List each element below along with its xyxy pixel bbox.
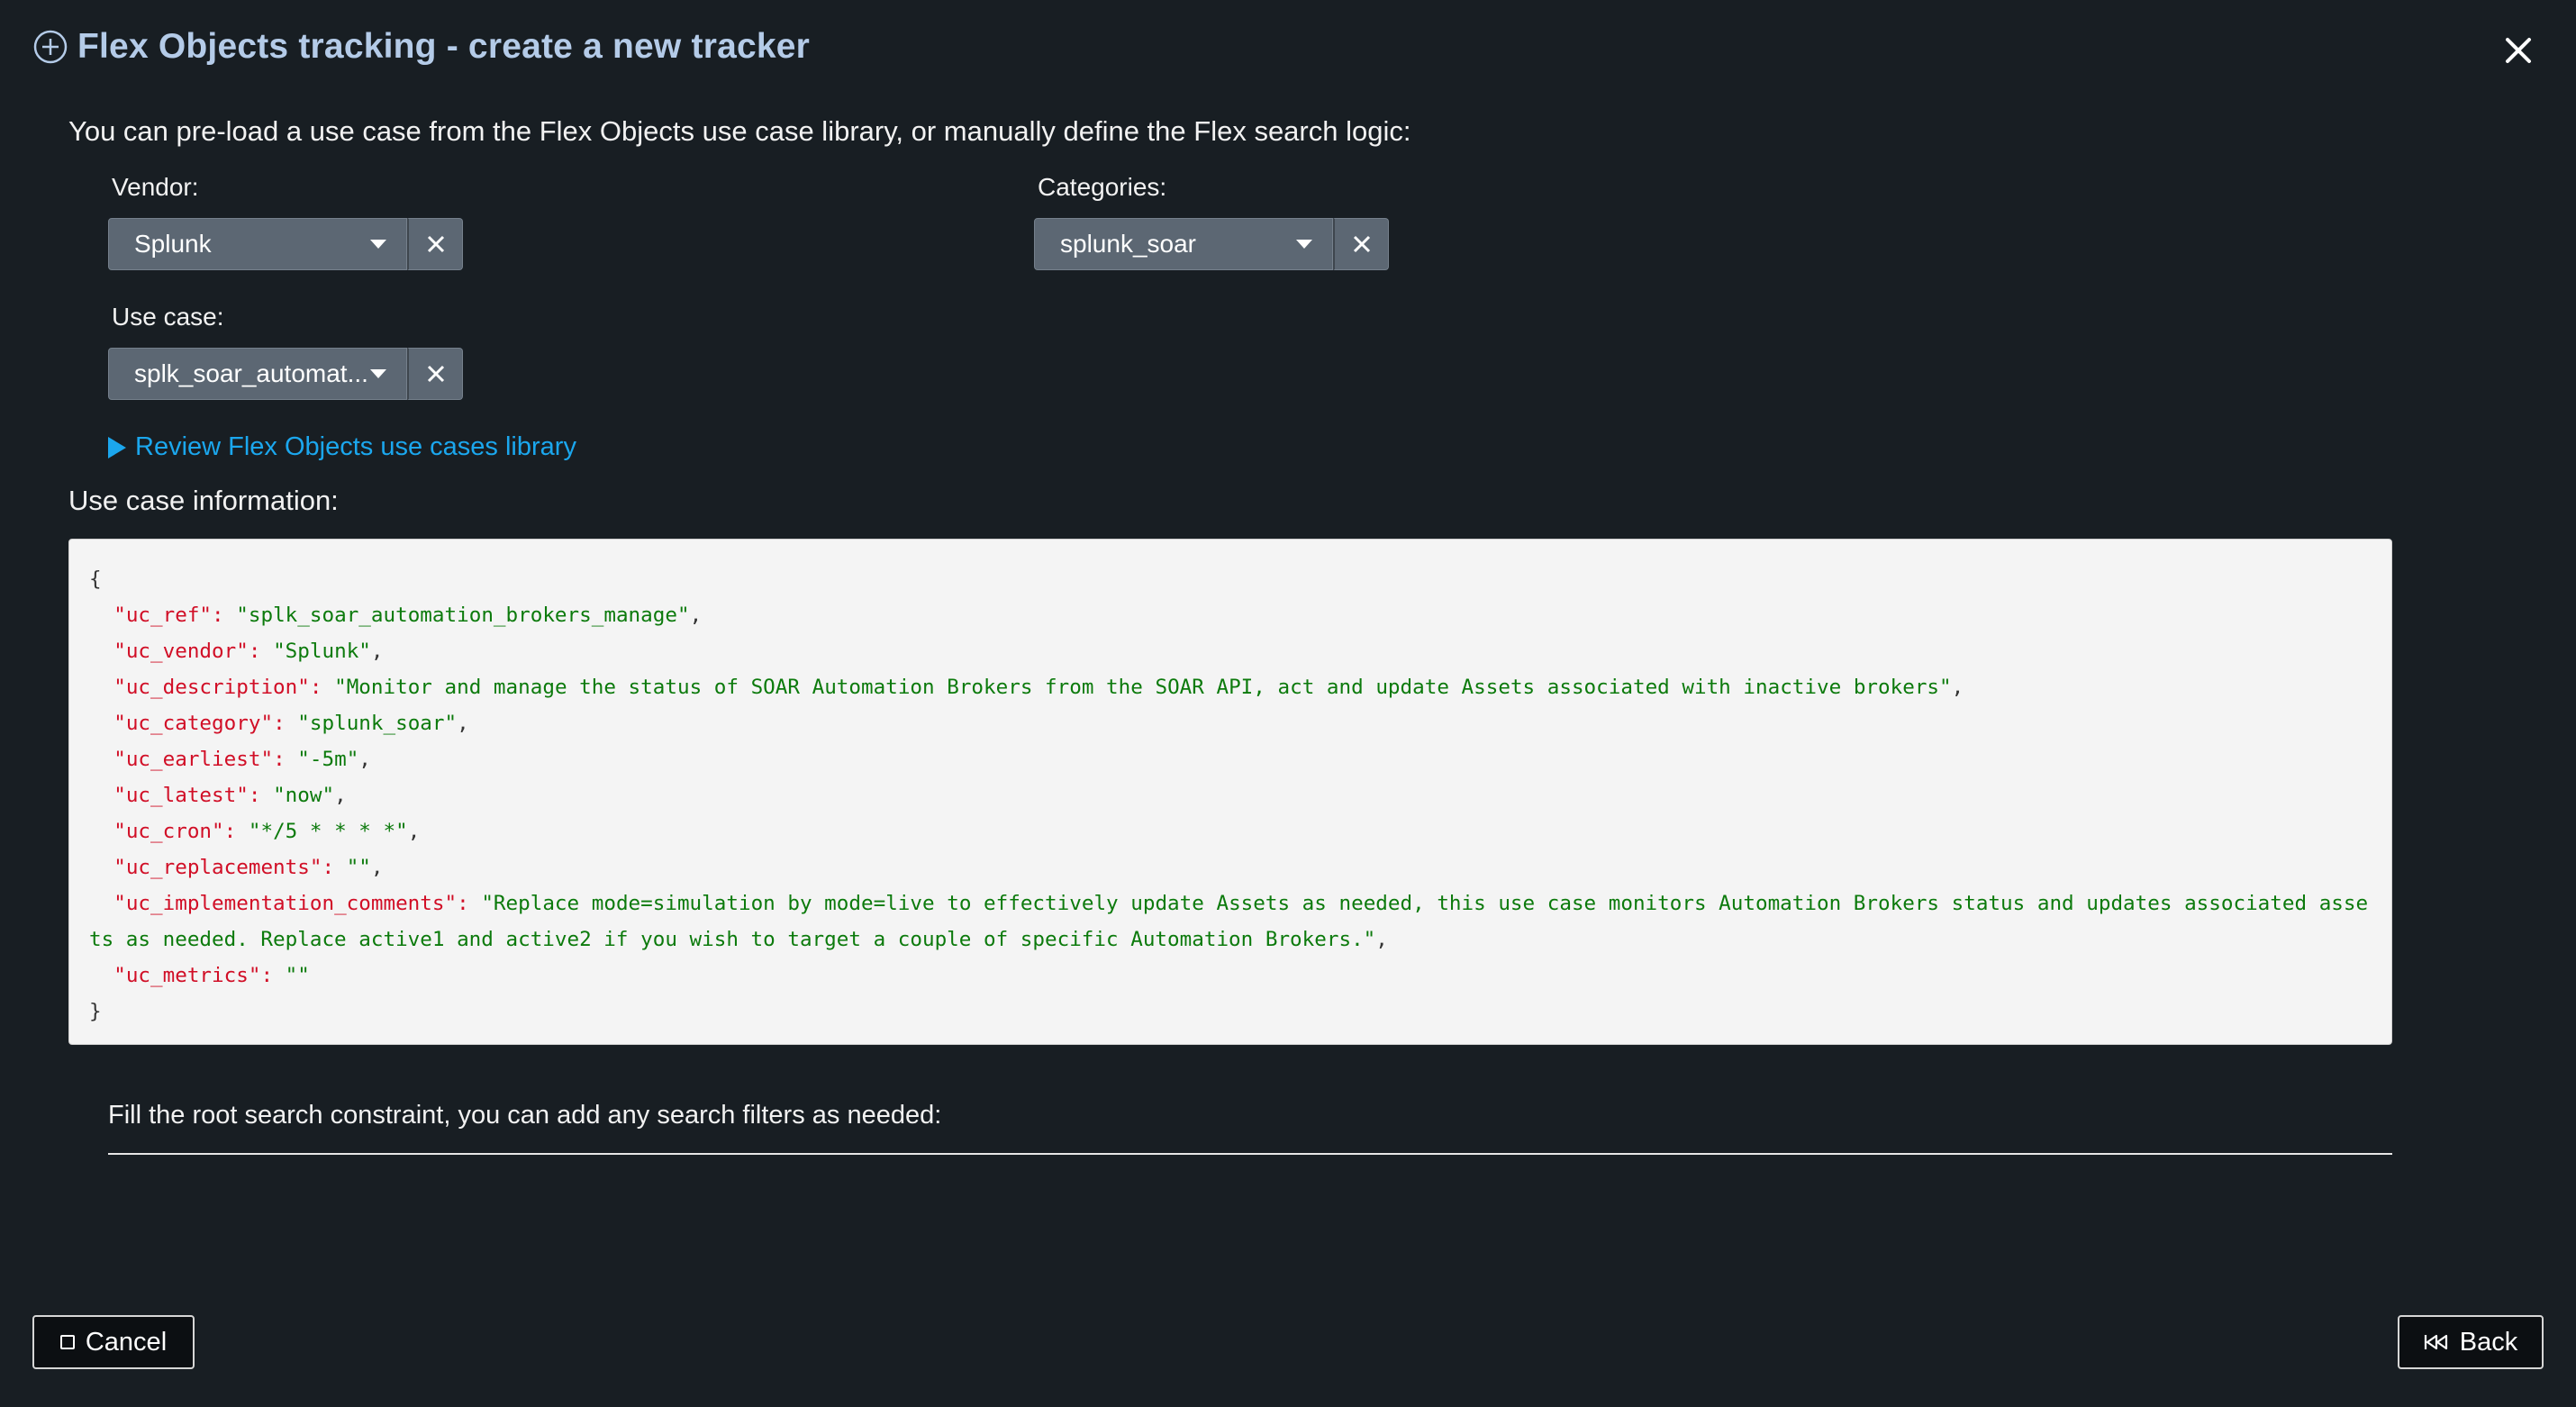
code-value: "-5m": [297, 748, 359, 771]
code-separator: ,: [407, 820, 421, 843]
code-value: "*/5 * * * *": [248, 820, 408, 843]
code-key: "uc_earliest": [113, 748, 274, 771]
categories-select-value: splunk_soar: [1060, 230, 1196, 258]
code-value: "": [346, 856, 371, 879]
code-line: "uc_metrics": "": [113, 964, 310, 987]
code-key: "uc_description": [113, 676, 310, 699]
categories-select-group: splunk_soar: [1034, 218, 1389, 272]
code-key: "uc_ref": [113, 604, 213, 627]
code-line: "uc_earliest": "-5m",: [113, 748, 371, 771]
code-line: "uc_ref": "splk_soar_automation_brokers_…: [113, 604, 703, 627]
vendor-select[interactable]: Splunk: [108, 218, 407, 270]
intro-text: You can pre-load a use case from the Fle…: [68, 115, 1411, 147]
review-library-link[interactable]: Review Flex Objects use cases library: [108, 432, 576, 462]
categories-select[interactable]: splunk_soar: [1034, 218, 1333, 270]
use-case-select[interactable]: splk_soar_automat...: [108, 348, 407, 400]
chevron-down-icon: [370, 240, 386, 249]
code-line: "uc_replacements": "",: [113, 856, 384, 879]
code-value: "now": [273, 784, 335, 807]
chevron-down-icon: [370, 369, 386, 378]
vendor-label: Vendor:: [112, 173, 199, 201]
code-separator: ,: [457, 712, 469, 735]
code-key: "uc_vendor": [113, 640, 249, 663]
rewind-icon: [2424, 1334, 2447, 1350]
code-value: "": [285, 964, 310, 987]
code-separator: ,: [689, 604, 703, 627]
close-icon: [427, 365, 444, 383]
use-case-clear-button[interactable]: [407, 348, 463, 400]
code-line: "uc_category": "splunk_soar",: [113, 712, 469, 735]
cancel-button[interactable]: Cancel: [32, 1315, 195, 1369]
code-value: "splunk_soar": [297, 712, 458, 735]
root-search-constraint-label: Fill the root search constraint, you can…: [108, 1101, 942, 1130]
code-separator: ,: [1951, 676, 1964, 699]
use-case-info-label: Use case information:: [68, 485, 339, 516]
vendor-clear-button[interactable]: [407, 218, 463, 270]
use-case-info-code: { "uc_ref": "splk_soar_automation_broker…: [68, 539, 2392, 1045]
plus-circle-icon: [33, 30, 68, 64]
code-open-brace: {: [89, 567, 102, 591]
code-line: "uc_latest": "now",: [113, 784, 347, 807]
code-line: "uc_description": "Monitor and manage th…: [113, 676, 1964, 699]
review-library-link-label: Review Flex Objects use cases library: [135, 432, 576, 461]
square-icon: [59, 1335, 75, 1349]
code-key: "uc_latest": [113, 784, 249, 807]
code-value: "splk_soar_automation_brokers_manage": [236, 604, 690, 627]
code-separator: ,: [370, 856, 384, 879]
code-separator: ,: [370, 640, 384, 663]
use-case-select-value: splk_soar_automat...: [134, 359, 368, 387]
categories-label: Categories:: [1038, 173, 1167, 201]
code-line: "uc_cron": "*/5 * * * *",: [113, 820, 421, 843]
code-value: "Splunk": [273, 640, 371, 663]
dialog-header: Flex Objects tracking - create a new tra…: [32, 27, 810, 67]
close-icon[interactable]: [2502, 34, 2535, 67]
back-button[interactable]: Back: [2398, 1315, 2544, 1369]
code-separator: ,: [358, 748, 371, 771]
code-lines: "uc_ref": "splk_soar_automation_brokers_…: [89, 597, 2372, 994]
categories-clear-button[interactable]: [1333, 218, 1389, 270]
code-line: "uc_vendor": "Splunk",: [113, 640, 384, 663]
root-search-constraint-input[interactable]: [108, 1153, 2392, 1155]
back-button-label: Back: [2459, 1327, 2518, 1357]
code-key: "uc_implementation_comments": [113, 892, 458, 915]
code-line: "uc_implementation_comments": "Replace m…: [89, 892, 2369, 951]
chevron-down-icon: [1296, 240, 1312, 249]
dialog-title: Flex Objects tracking - create a new tra…: [77, 27, 811, 66]
code-separator: ,: [334, 784, 347, 807]
code-separator: ,: [1375, 928, 1388, 951]
code-key: "uc_category": [113, 712, 274, 735]
close-icon: [1353, 235, 1370, 253]
code-value: "Monitor and manage the status of SOAR A…: [334, 676, 1952, 699]
create-tracker-dialog: Flex Objects tracking - create a new tra…: [0, 0, 2576, 1407]
cancel-button-label: Cancel: [85, 1327, 168, 1357]
close-icon: [427, 235, 444, 253]
vendor-select-value: Splunk: [134, 230, 212, 258]
caret-right-icon: [108, 436, 126, 458]
vendor-select-group: Splunk: [108, 218, 463, 272]
code-key: "uc_metrics": [113, 964, 261, 987]
use-case-label: Use case:: [112, 303, 224, 331]
code-key: "uc_replacements": [113, 856, 322, 879]
code-close-brace: }: [89, 1000, 102, 1023]
use-case-select-group: splk_soar_automat...: [108, 348, 463, 402]
code-key: "uc_cron": [113, 820, 224, 843]
